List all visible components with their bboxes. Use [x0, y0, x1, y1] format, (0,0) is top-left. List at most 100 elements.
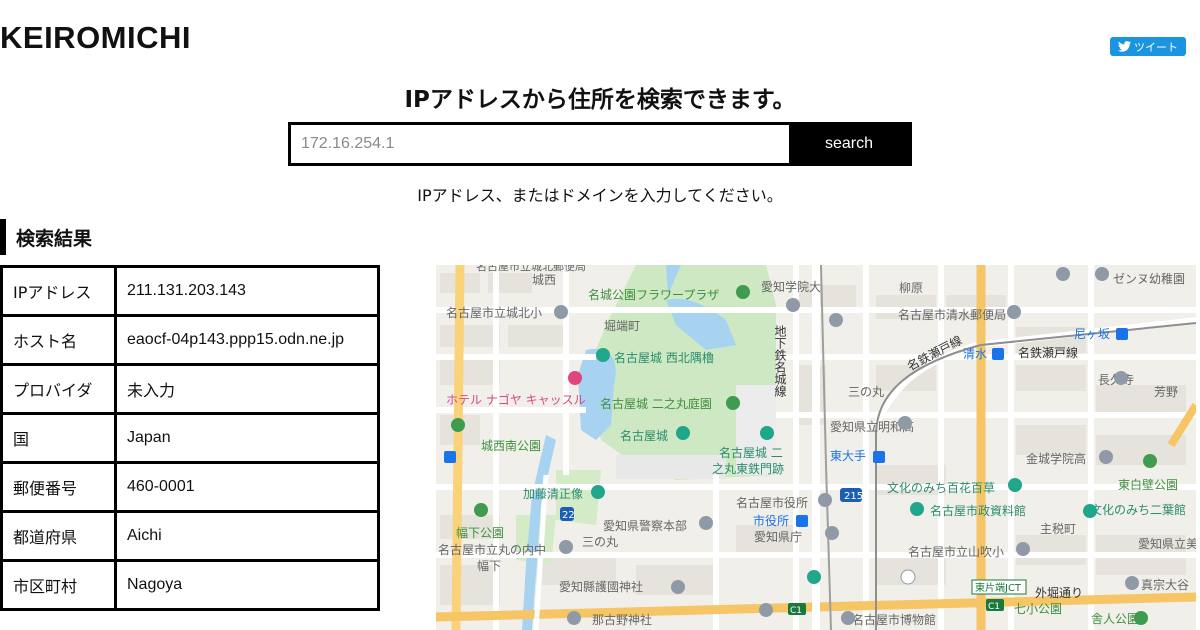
school-pin-icon[interactable] — [898, 416, 912, 430]
result-label: ホスト名 — [0, 314, 117, 366]
route-215: 215 — [844, 491, 863, 502]
police-pin-icon[interactable] — [699, 516, 713, 530]
table-row: ホスト名 eaocf-04p143.ppp15.odn.ne.jp — [0, 314, 380, 366]
svg-text:名古屋市立城北郵便局: 名古屋市立城北郵便局 — [476, 265, 586, 273]
label-shiyakusho: 名古屋市役所 — [736, 495, 808, 510]
station-icon[interactable] — [873, 451, 885, 463]
label-marunouchi: 名古屋市立丸の内中 — [438, 542, 546, 557]
station-icon[interactable] — [1116, 328, 1128, 340]
label-zenzenu: ゼンヌ幼稚園 — [1113, 272, 1185, 286]
museum-pin-icon[interactable] — [841, 611, 855, 625]
school-pin-icon[interactable] — [554, 305, 568, 319]
search-hint: IPアドレス、またはドメインを入力してください。 — [417, 186, 783, 205]
station-icon[interactable] — [992, 348, 1004, 360]
castle-pin-icon[interactable] — [676, 426, 690, 440]
label-ninomaru-east-2: 之丸東鉄門跡 — [712, 461, 784, 476]
landmark-pin-icon[interactable] — [1008, 478, 1022, 492]
park-pin-icon[interactable] — [736, 285, 750, 299]
label-bunka-road: 文化のみち百花百草 — [887, 480, 995, 495]
label-shiyakusho-station: 市役所 — [753, 513, 789, 528]
page-headline: IPアドレスから住所を検索できます。 — [404, 87, 796, 113]
search-button[interactable]: search — [789, 125, 909, 163]
park-pin-icon[interactable] — [451, 418, 465, 432]
label-shumoku: 主税町 — [1040, 522, 1076, 536]
school-pin-icon[interactable] — [759, 603, 773, 617]
garden-pin-icon[interactable] — [726, 396, 740, 410]
pin-icon[interactable] — [1056, 267, 1070, 281]
label-higashi-kata-jct: 東片端JCT — [975, 581, 1022, 594]
label-haba: 幅下 — [477, 558, 501, 573]
label-kato: 加藤清正像 — [523, 487, 583, 501]
label-josei: 城西 — [532, 273, 556, 287]
result-label: IPアドレス — [0, 265, 117, 317]
post-pin-icon[interactable] — [1007, 305, 1021, 319]
label-soto: 外堀通り — [1035, 585, 1083, 600]
station-icon[interactable] — [796, 515, 808, 527]
landmark-pin-icon[interactable] — [807, 570, 821, 584]
school-pin-icon[interactable] — [559, 540, 573, 554]
label-higashi-shiraka: 東白壁公園 — [1118, 477, 1178, 492]
statue-pin-icon[interactable] — [591, 485, 605, 499]
label-police: 愛知県警察本部 — [603, 518, 687, 533]
label-castle-north: 名古屋市立城北小 — [446, 305, 542, 320]
result-value: 未入力 — [114, 363, 380, 415]
result-label: 国 — [0, 412, 117, 464]
school-pin-icon[interactable] — [1099, 450, 1113, 464]
route-c1-b: C1 — [988, 602, 1000, 612]
label-kajin-park: 舎人公園 — [1091, 612, 1139, 626]
school-pin-icon[interactable] — [786, 298, 800, 312]
park-pin-icon[interactable] — [1134, 611, 1148, 625]
temple-pin-icon[interactable] — [1125, 576, 1139, 590]
hotel-pin-icon[interactable] — [568, 371, 582, 385]
label-yanagihara: 柳原 — [899, 281, 923, 295]
result-value: Nagoya — [114, 559, 380, 611]
result-value: Aichi — [114, 510, 380, 562]
shrine-pin-icon[interactable] — [567, 611, 581, 625]
twitter-bird-icon — [1118, 41, 1131, 52]
museum-pin-icon[interactable] — [910, 502, 924, 516]
tweet-button[interactable]: ツイート — [1110, 37, 1186, 56]
result-label: 都道府県 — [0, 510, 117, 562]
temple-pin-icon[interactable] — [1114, 371, 1128, 385]
label-gokoku: 愛知縣護國神社 — [559, 579, 643, 594]
map-canvas[interactable]: 名古屋市立城北郵便局 城西 名古屋市立城北小 名城公園フラワープラザ 愛知学院大… — [436, 265, 1196, 630]
landmark-pin-icon[interactable] — [596, 348, 610, 362]
label-aichi-gakuin: 愛知学院大 — [761, 279, 821, 294]
park-pin-icon[interactable] — [474, 503, 488, 517]
park-pin-icon[interactable] — [1143, 454, 1157, 468]
museum-pin-icon[interactable] — [1083, 504, 1097, 518]
pin-icon[interactable] — [829, 313, 843, 327]
label-bunka-futaba: 文化のみち二葉館 — [1090, 502, 1186, 517]
office-pin-icon[interactable] — [818, 493, 832, 507]
label-kencho: 愛知県庁 — [754, 530, 802, 544]
table-row: 市区町村 Nagoya — [0, 559, 380, 611]
school-pin-icon[interactable] — [1016, 542, 1030, 556]
label-shimizu-park: 七小公園 — [1014, 602, 1062, 616]
label-museum: 名古屋市博物館 — [852, 612, 936, 627]
tweet-label: ツイート — [1134, 40, 1178, 54]
school-pin-icon[interactable] — [1095, 267, 1109, 281]
site-logo[interactable]: KEIROMICHI — [0, 20, 191, 56]
label-chikatetsu: 地下鉄名城線 — [773, 325, 787, 397]
table-row: 都道府県 Aichi — [0, 510, 380, 562]
label-nanohana: 那古野神社 — [592, 612, 652, 627]
label-shimizu-station: 清水 — [963, 347, 987, 361]
ip-search-input[interactable] — [291, 125, 789, 163]
label-aichi-kenritsu: 愛知県立美 — [1138, 536, 1196, 551]
table-row: 国 Japan — [0, 412, 380, 464]
label-josei-park: 城西南公園 — [481, 438, 541, 453]
location-map[interactable]: 名古屋市立城北郵便局 城西 名古屋市立城北小 名城公園フラワープラザ 愛知学院大… — [436, 265, 1196, 630]
shrine-pin-icon[interactable] — [671, 580, 685, 594]
result-value: Japan — [114, 412, 380, 464]
route-c1-a: C1 — [790, 606, 802, 616]
label-shinsou: 真宗大谷 — [1141, 577, 1189, 592]
shrine-pin-icon[interactable] — [900, 569, 916, 585]
label-sannomaru: 三の丸 — [848, 385, 884, 399]
station-icon[interactable] — [444, 451, 456, 463]
label-ninomaru-east: 名古屋城 二 — [719, 445, 783, 460]
label-castle-nw: 名古屋城 西北隅櫓 — [614, 350, 714, 365]
label-yoshino: 芳野 — [1154, 385, 1178, 399]
landmark-pin-icon[interactable] — [760, 426, 774, 440]
office-pin-icon[interactable] — [825, 526, 839, 540]
result-label: プロバイダ — [0, 363, 117, 415]
